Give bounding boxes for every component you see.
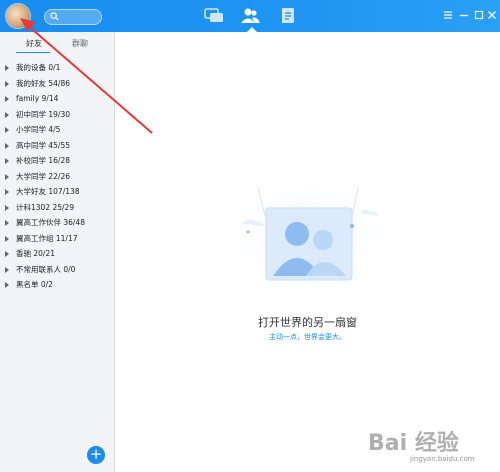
- minimize-icon[interactable]: [458, 9, 470, 21]
- list-item[interactable]: 翼高工作组 11/17: [0, 231, 114, 247]
- list-item[interactable]: 初中同学 19/30: [0, 107, 114, 123]
- group-label: 香驰 20/21: [16, 249, 55, 258]
- add-button[interactable]: +: [87, 446, 105, 464]
- caret-right-icon: [5, 251, 9, 257]
- contacts-icon: [241, 8, 260, 23]
- list-item[interactable]: 计科1302 25/29: [0, 200, 114, 216]
- group-label: 不常用联系人 0/0: [16, 264, 76, 274]
- group-label: 大学好友 107/138: [16, 187, 80, 196]
- caret-right-icon: [5, 282, 9, 288]
- contact-group-list: 我的设备 0/1 我的好友 54/86 family 9/14 初中同学 19/…: [0, 60, 114, 293]
- sidebar: 好友 群聊 我的设备 0/1 我的好友 54/86 family 9/14 初中…: [0, 32, 115, 472]
- title-bar: [0, 0, 500, 32]
- tab-contacts[interactable]: [239, 6, 261, 26]
- list-item[interactable]: 不常用联系人 0/0: [0, 262, 114, 278]
- caret-right-icon: [5, 80, 9, 87]
- list-item[interactable]: 大学同学 22/26: [0, 169, 114, 185]
- caret-right-icon: [5, 173, 9, 180]
- chat-icon: [204, 8, 223, 22]
- list-item[interactable]: 小学同学 4/5: [0, 122, 114, 138]
- tab-groups[interactable]: 群聊: [72, 38, 88, 49]
- list-item[interactable]: 大学好友 107/138: [0, 184, 114, 200]
- tab-friends[interactable]: 好友: [26, 38, 42, 49]
- search-input[interactable]: [44, 9, 102, 25]
- group-label: 大学同学 22/26: [16, 171, 70, 181]
- caret-right-icon: [5, 235, 9, 242]
- caret-right-icon: [5, 204, 9, 211]
- caret-right-icon: [5, 111, 9, 118]
- caret-right-icon: [5, 220, 9, 226]
- list-item[interactable]: family 9/14: [0, 91, 114, 107]
- list-item[interactable]: 高中同学 45/55: [0, 138, 114, 154]
- baidu-jingyan-watermark: Bai 经验: [368, 431, 459, 456]
- tab-underline: [16, 52, 50, 53]
- caret-right-icon: [5, 158, 9, 164]
- close-icon[interactable]: [486, 9, 498, 21]
- contact-type-tabs: 好友 群聊: [0, 32, 114, 54]
- file-icon: [282, 8, 294, 23]
- empty-state-subtitle: 主动一点，世界会更大。: [269, 333, 346, 341]
- group-label: 黑名单 0/2: [16, 280, 53, 289]
- plus-icon: +: [89, 445, 103, 463]
- menu-icon[interactable]: [442, 9, 454, 21]
- list-item[interactable]: 香驰 20/21: [0, 246, 114, 262]
- group-label: 小学同学 4/5: [16, 125, 61, 134]
- maximize-icon[interactable]: [473, 9, 485, 21]
- group-label: 我的设备 0/1: [16, 63, 61, 72]
- caret-right-icon: [5, 65, 9, 71]
- group-label: 初中同学 19/30: [16, 109, 70, 119]
- caret-right-icon: [5, 266, 9, 273]
- caret-right-icon: [5, 189, 9, 195]
- empty-state-illustration: [230, 170, 386, 286]
- group-label: 翼高工作组 11/17: [16, 233, 78, 243]
- list-item[interactable]: 补校同学 16/28: [0, 153, 114, 169]
- caret-right-icon: [5, 96, 9, 102]
- caret-right-icon: [5, 142, 9, 149]
- group-label: 高中同学 45/55: [16, 140, 70, 150]
- user-avatar[interactable]: [6, 4, 30, 28]
- tab-messages[interactable]: [203, 6, 225, 26]
- caret-right-icon: [5, 127, 9, 133]
- group-label: family 9/14: [16, 94, 59, 103]
- group-label: 我的好友 54/86: [16, 78, 70, 88]
- list-item[interactable]: 我的好友 54/86: [0, 76, 114, 92]
- group-label: 补校同学 16/28: [16, 156, 70, 165]
- tab-files[interactable]: [277, 6, 299, 26]
- group-label: 计科1302 25/29: [16, 202, 75, 212]
- empty-state-title: 打开世界的另一扇窗: [258, 316, 357, 329]
- list-item[interactable]: 黑名单 0/2: [0, 277, 114, 293]
- group-label: 翼高工作伙伴 36/48: [16, 218, 85, 227]
- list-item[interactable]: 翼高工作伙伴 36/48: [0, 215, 114, 231]
- watermark-url: jingyan.baidu.com: [410, 455, 475, 463]
- list-item[interactable]: 我的设备 0/1: [0, 60, 114, 76]
- search-icon: [50, 12, 59, 21]
